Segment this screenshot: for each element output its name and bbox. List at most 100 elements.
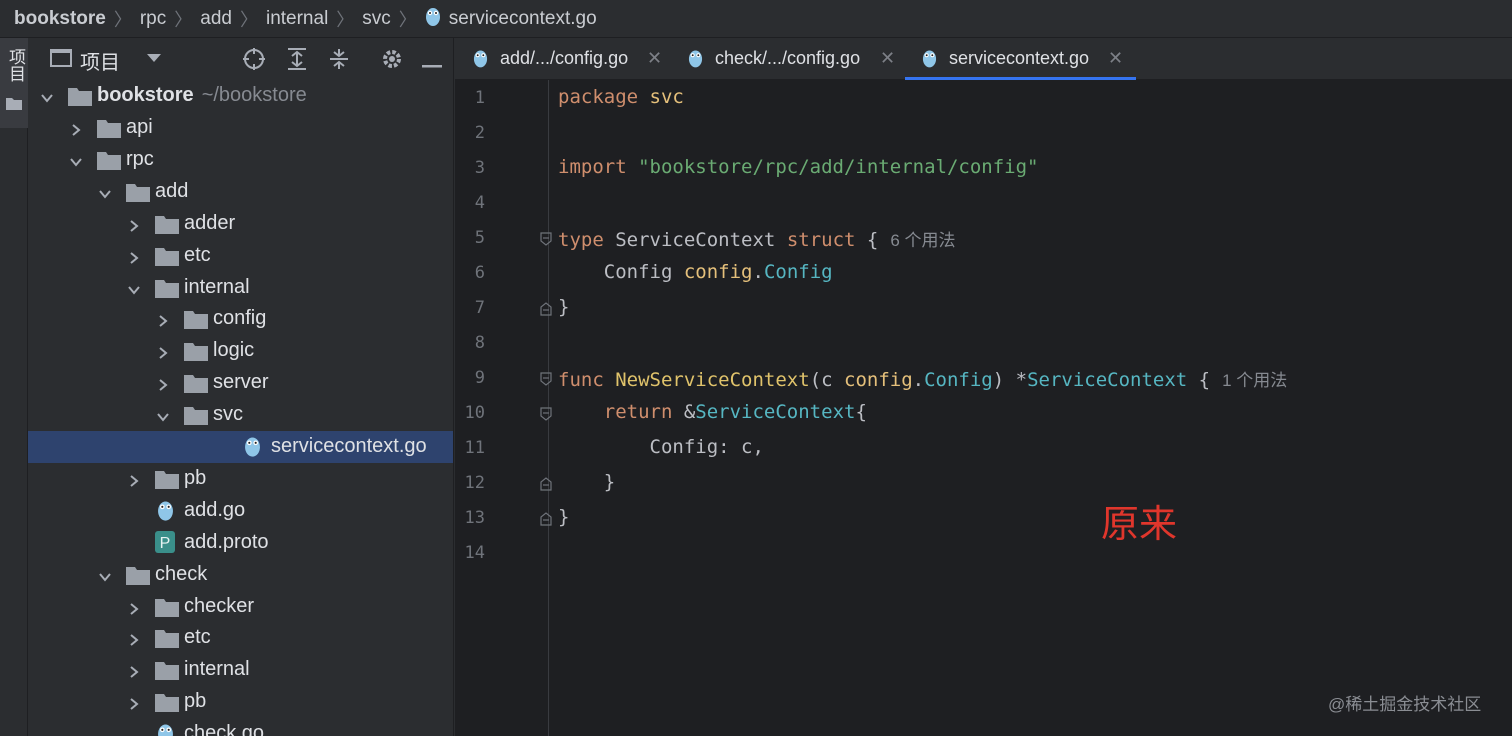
tree-item-label: add [155, 179, 189, 202]
breadcrumb: bookstore 〉 rpc 〉 add 〉 internal 〉 svc 〉… [0, 0, 1512, 38]
chevron-right-icon[interactable] [127, 248, 141, 264]
tree-item-label: add.proto [184, 530, 269, 553]
tree-folder[interactable]: check [28, 559, 453, 591]
chevron-down-icon[interactable] [127, 280, 141, 295]
tree-root-label: bookstore [97, 84, 194, 106]
breadcrumb-item[interactable]: svc [362, 8, 391, 30]
expand-all-icon[interactable] [286, 47, 308, 76]
tree-item-label: checker [184, 594, 255, 617]
locate-target-icon[interactable] [242, 47, 266, 76]
tree-file[interactable]: Padd.proto [28, 527, 453, 559]
collapse-all-icon[interactable] [328, 47, 350, 76]
tree-file[interactable]: check.go [28, 718, 453, 736]
folder-icon [6, 96, 22, 115]
chevron-down-icon[interactable] [98, 567, 112, 582]
tree-item-label: add.go [184, 498, 246, 521]
fold-marker-icon[interactable] [540, 302, 552, 316]
folder-icon [97, 150, 121, 176]
tab-label: servicecontext.go [949, 48, 1090, 68]
tree-folder[interactable]: etc [28, 622, 453, 654]
folder-icon [155, 692, 179, 718]
close-icon[interactable]: ✕ [1108, 48, 1123, 69]
chevron-right-icon[interactable] [127, 630, 141, 647]
tree-folder[interactable]: pb [28, 686, 453, 718]
proto-file-icon: P [155, 530, 175, 559]
tab-add-config[interactable]: add/.../config.go ✕ [455, 38, 667, 80]
close-icon[interactable]: ✕ [880, 48, 895, 69]
chevron-down-icon[interactable] [146, 51, 162, 69]
tree-folder[interactable]: server [28, 367, 453, 399]
svg-text:P: P [160, 535, 171, 552]
chevron-right-icon[interactable] [127, 599, 141, 615]
tree-folder[interactable]: internal [28, 654, 453, 686]
chevron-down-icon[interactable] [156, 407, 170, 422]
tree-folder[interactable]: add [28, 176, 453, 208]
line-number: 8 [474, 333, 485, 353]
chevron-right-icon[interactable] [156, 343, 170, 360]
line-number: 3 [474, 158, 485, 178]
code-line-6: Config config.Config [603, 261, 833, 283]
chevron-right-icon[interactable] [127, 471, 141, 487]
project-panel-title[interactable]: 项目 [80, 46, 120, 75]
gear-icon[interactable] [380, 47, 404, 76]
tree-folder[interactable]: adder [28, 208, 453, 240]
fold-marker-icon[interactable] [540, 372, 552, 386]
breadcrumb-item[interactable]: add [200, 8, 232, 30]
breadcrumb-item-current[interactable]: servicecontext.go [449, 8, 597, 30]
go-file-icon [157, 722, 174, 736]
minimize-icon[interactable] [422, 56, 442, 74]
tree-item-label: check [155, 562, 208, 585]
go-file-icon [157, 499, 174, 527]
tree-folder[interactable]: internal [28, 272, 453, 304]
chevron-right-icon[interactable] [127, 694, 141, 710]
tree-folder[interactable]: logic [28, 335, 453, 367]
tab-servicecontext[interactable]: servicecontext.go ✕ [905, 38, 1136, 80]
project-panel: 项目 bookstore ~/bookstore api rpc add adder et… [28, 38, 454, 736]
chevron-right-icon: 〉 [113, 9, 132, 30]
breadcrumb-item[interactable]: bookstore [14, 8, 106, 30]
project-tool-window-button[interactable]: 项目 [0, 38, 28, 128]
close-icon[interactable]: ✕ [647, 48, 662, 69]
go-file-icon [688, 48, 703, 73]
chevron-down-icon[interactable] [98, 184, 112, 199]
chevron-right-icon[interactable] [127, 662, 141, 679]
usage-hint[interactable]: 6 个用法 [890, 231, 955, 250]
chevron-right-icon[interactable] [127, 216, 141, 232]
tree-item-label: adder [184, 211, 236, 234]
tree-folder[interactable]: config [28, 303, 453, 335]
tree-folder[interactable]: checker [28, 591, 453, 623]
tree-folder[interactable]: svc [28, 399, 453, 431]
tree-root-path: ~/bookstore [201, 84, 307, 106]
code-editor[interactable]: package svc import "bookstore/rpc/add/in… [455, 80, 1512, 736]
folder-icon [184, 405, 208, 431]
line-number: 1 [474, 88, 485, 108]
tree-folder[interactable]: api [28, 112, 453, 144]
code-line-7: } [558, 296, 570, 318]
watermark: @稀土掘金技术社区 [1328, 695, 1482, 714]
usage-hint[interactable]: 1 个用法 [1222, 371, 1287, 390]
fold-marker-icon[interactable] [540, 232, 552, 246]
chevron-down-icon[interactable] [40, 88, 54, 103]
line-number: 13 [464, 508, 485, 528]
tree-root[interactable]: bookstore ~/bookstore [28, 80, 453, 112]
chevron-down-icon[interactable] [69, 152, 83, 167]
tree-file[interactable]: add.go [28, 495, 453, 527]
folder-icon [155, 597, 179, 623]
tree-folder[interactable]: rpc [28, 144, 453, 176]
folder-icon [184, 373, 208, 399]
code-line-12: } [603, 471, 616, 493]
breadcrumb-item[interactable]: rpc [140, 8, 166, 30]
tree-file[interactable]: servicecontext.go [28, 431, 453, 463]
tree-folder[interactable]: etc [28, 240, 453, 272]
folder-icon [155, 246, 179, 272]
tab-check-config[interactable]: check/.../config.go ✕ [670, 38, 904, 80]
fold-marker-icon[interactable] [540, 407, 552, 421]
breadcrumb-item[interactable]: internal [266, 8, 328, 30]
chevron-right-icon[interactable] [69, 120, 83, 136]
chevron-right-icon[interactable] [156, 311, 170, 328]
tree-item-label: logic [213, 339, 255, 362]
fold-marker-icon[interactable] [540, 477, 552, 491]
fold-marker-icon[interactable] [540, 512, 552, 526]
chevron-right-icon[interactable] [156, 375, 170, 391]
tree-folder[interactable]: pb [28, 463, 453, 495]
